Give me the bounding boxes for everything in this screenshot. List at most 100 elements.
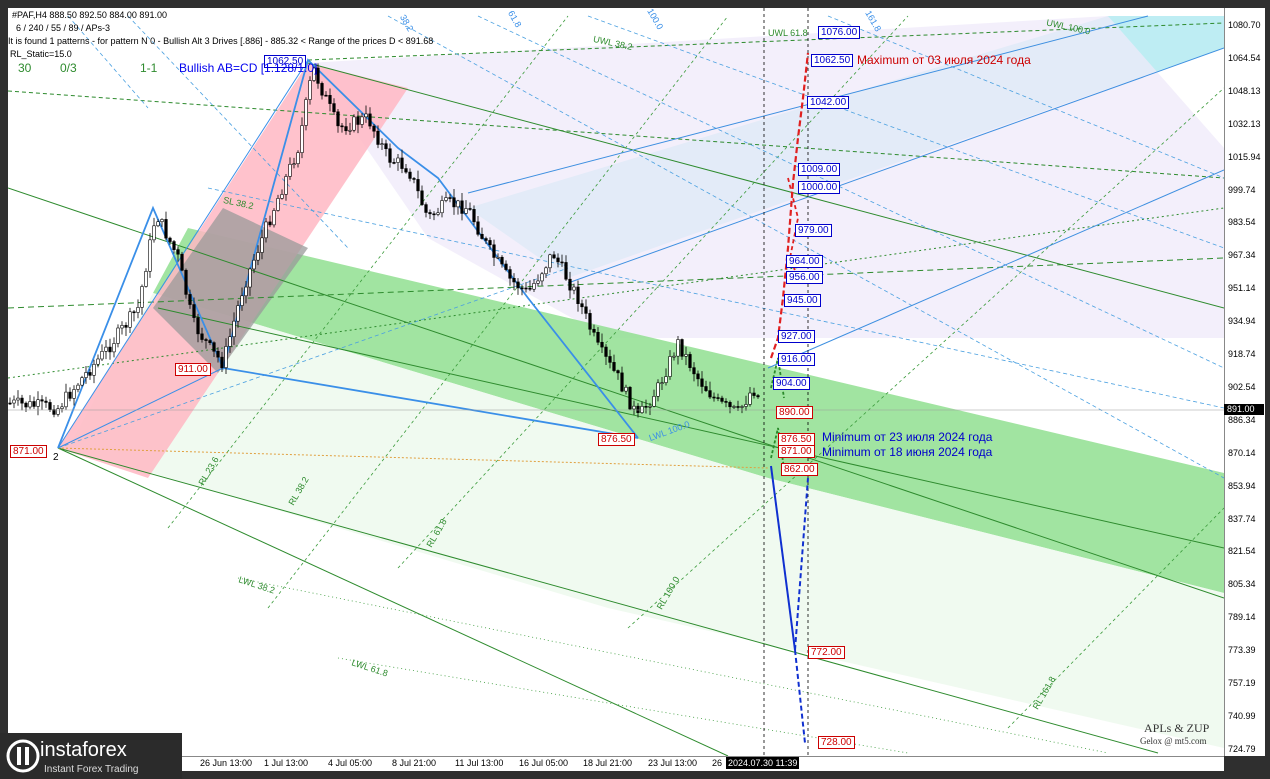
x-tick-label: 8 Jul 21:00 [392,758,437,768]
level-979: 979.00 [795,224,832,237]
candle-body [284,176,288,195]
pivot-label: 2 [53,452,59,463]
candle-body [100,351,104,360]
static-line: RL_Static=15.0 [10,49,72,59]
candle-body [524,287,528,290]
candle-body [728,402,732,408]
candle-body [416,179,420,192]
mark-871: 871.00 [10,445,47,458]
candle-body [392,162,396,164]
candle-body [656,382,660,397]
candle-body [628,386,632,410]
candle-body [700,378,704,387]
candle-body [88,372,92,376]
candle-body [500,256,504,265]
x-tick-label: 4 Jul 05:00 [328,758,373,768]
candle-body [688,354,692,368]
candle-body [240,295,244,306]
watermark-title: APLs & ZUP [1144,721,1210,735]
candle-body [244,286,248,297]
candle-body [496,256,500,259]
candle-body [120,325,124,329]
candle-body [372,125,376,132]
candle-body [232,320,236,338]
candle-body [472,209,476,223]
candle-body [344,126,348,132]
candle-body [384,143,388,150]
candle-body [452,197,456,208]
candle-body [740,406,744,408]
candle-body [604,346,608,357]
y-tick-label: 983.54 [1228,217,1256,228]
y-tick-label: 805.34 [1228,579,1256,590]
candle-body [352,116,356,131]
pattern-line: It is found 1 patterns - for pattern N 0… [8,36,434,46]
note-minimum-2: Minimum от 18 июня 2024 года [822,445,993,459]
level-1009: 1009.00 [798,163,841,176]
candle-body [324,94,328,97]
candle-body [104,346,108,352]
candle-body [128,311,132,328]
candle-body [676,339,680,357]
candle-body [684,354,688,357]
candle-body [536,280,540,284]
candle-body [664,376,668,383]
candle-body [716,397,720,399]
candle-body [644,405,648,408]
time-axis[interactable]: 0026 Jun 13:001 Jul 13:004 Jul 05:008 Ju… [8,756,1224,771]
candle-body [80,377,84,386]
candle-body [256,252,260,261]
candle-body [696,373,700,380]
candle-body [552,254,556,259]
candle-body [52,409,56,415]
candle-body [616,370,620,374]
candle-body [44,400,48,403]
candle-body [16,397,20,401]
y-tick-label: 918.74 [1228,349,1256,359]
candle-body [568,278,572,291]
candle-body [680,339,684,357]
chart-plot-area[interactable]: UWL 100.0 UWL 61.8 UWL 38.2 SL 38.2 RL 2… [8,8,1224,756]
settings-line: 6 / 240 / 55 / 89 / APs-3 [16,23,111,33]
candle-body [408,171,412,179]
candle-body [168,237,172,242]
candle-body [188,294,192,305]
candle-body [28,401,32,408]
candle-body [508,269,512,279]
candle-body [660,382,664,384]
note-maximum: Maximum от 03 июля 2024 года [857,53,1031,67]
candle-body [468,208,472,210]
level-772: 772.00 [808,646,845,659]
pattern-title: Bullish AB=CD [1.128/1.0] [179,61,318,75]
candle-body [68,391,72,399]
candle-body [180,253,184,271]
candle-body [640,405,644,413]
level-1042: 1042.00 [807,96,850,109]
price-axis[interactable]: 1080.70 1064.54 1048.13 1032.13 1015.94 999.7… [1224,8,1265,756]
level-916: 916.00 [778,353,815,366]
candle-body [652,396,656,407]
y-tick-label: 999.74 [1228,184,1256,195]
candle-body [108,346,112,353]
candle-body [228,336,232,347]
candle-body [608,356,612,363]
candle-body [112,343,116,353]
candle-body [36,399,40,407]
level-964: 964.00 [786,255,823,268]
y-tick-label: 853.94 [1228,480,1256,491]
candle-body [564,262,568,280]
candle-body [484,238,488,241]
candle-body [116,327,120,344]
counter-1: 30 [18,61,32,75]
brand-logo-icon [6,739,40,773]
y-tick-label: 773.39 [1228,645,1256,656]
candle-body [756,395,760,398]
candle-body [148,239,152,272]
current-price-tag: 891.00 [1224,404,1264,415]
mark-876: 876.50 [598,433,635,446]
candle-body [532,283,536,290]
candle-body [160,219,164,223]
candle-body [624,386,628,392]
y-tick-label: 740.99 [1228,710,1256,721]
candle-body [556,257,560,263]
